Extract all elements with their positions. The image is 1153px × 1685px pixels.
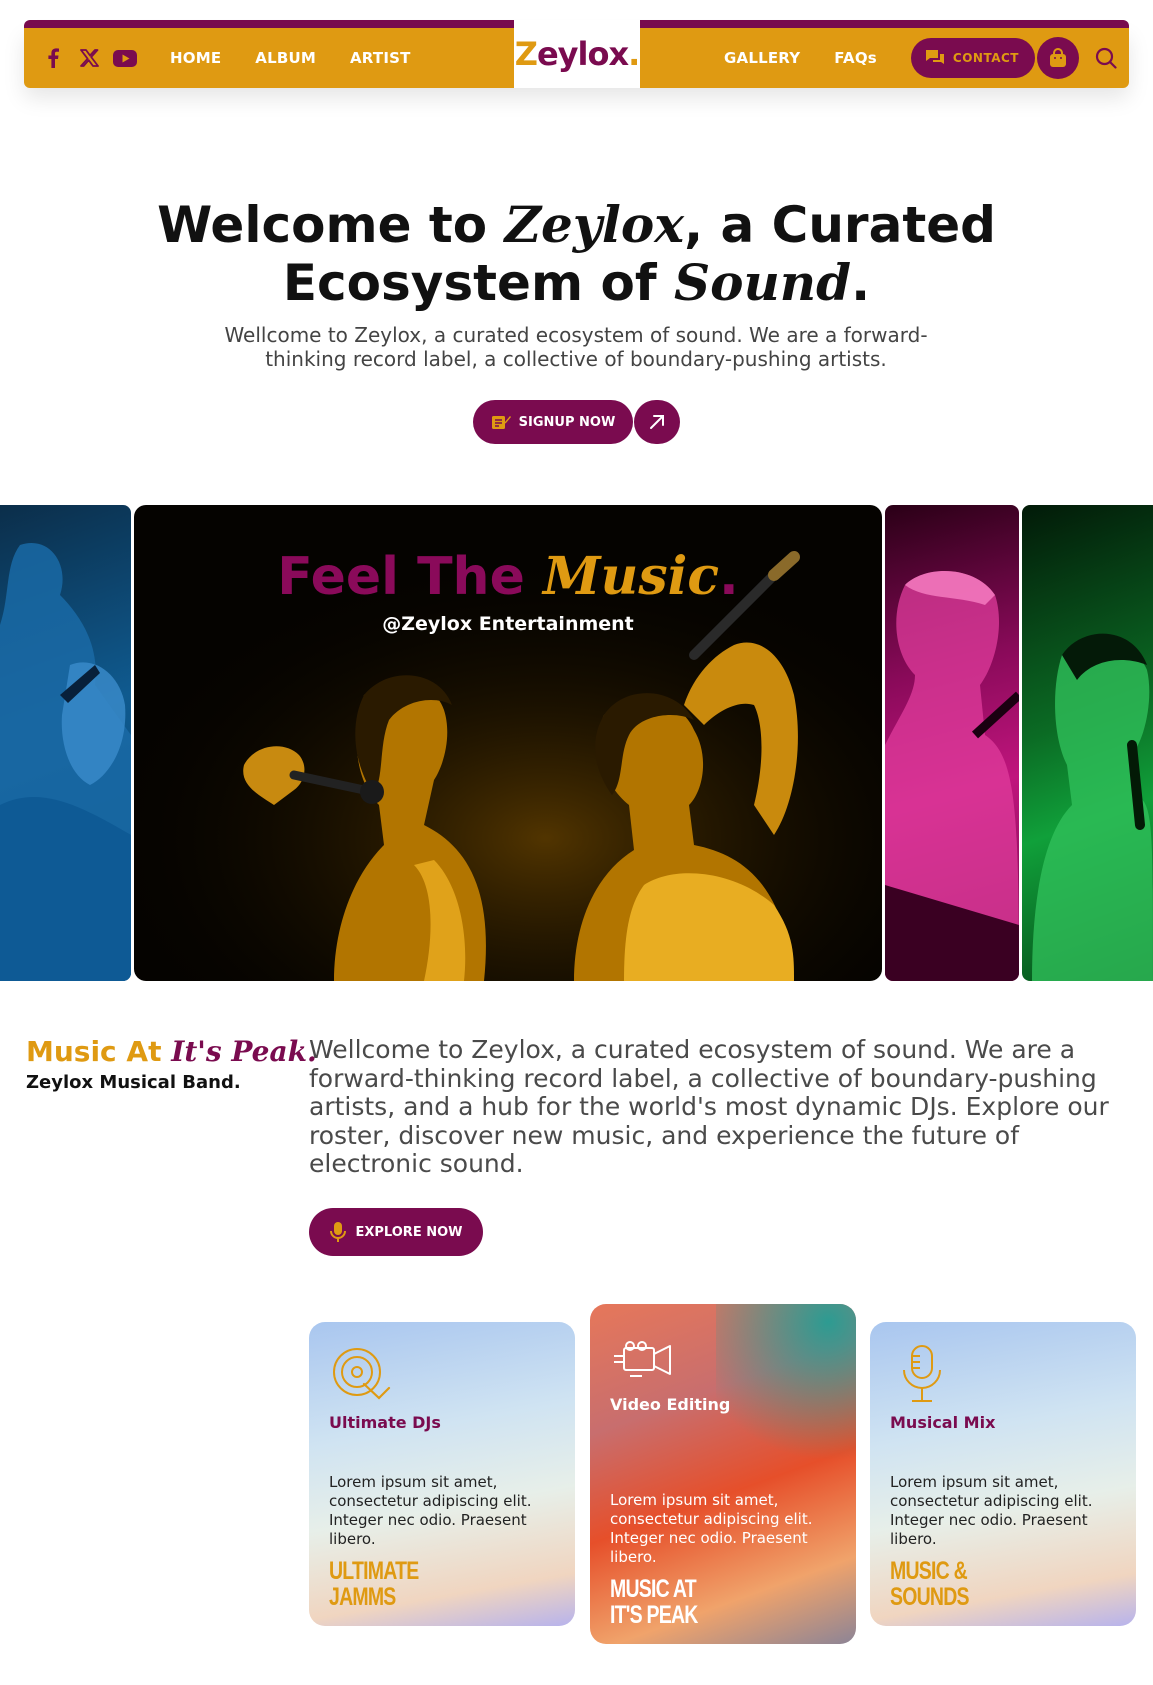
feature-handle: @Zeylox Entertainment bbox=[382, 613, 634, 635]
card-title: Video Editing bbox=[610, 1395, 731, 1414]
shopping-bag-icon bbox=[1050, 48, 1066, 67]
feature-headline-music: Music bbox=[542, 546, 720, 607]
feature-headline-period: . bbox=[719, 547, 739, 607]
signup-form-icon bbox=[491, 416, 511, 429]
arrow-up-right-icon bbox=[650, 415, 664, 429]
hero-title: Welcome to Zeylox, a Curated Ecosystem o… bbox=[0, 195, 1153, 313]
nav-link-home[interactable]: HOME bbox=[170, 49, 221, 67]
contact-button[interactable]: CONTACT bbox=[910, 38, 1035, 78]
contact-label: CONTACT bbox=[952, 51, 1019, 65]
about-heading-peak: It's Peak. bbox=[171, 1035, 317, 1068]
nav-link-faqs[interactable]: FAQs bbox=[834, 49, 877, 67]
card-text: Lorem ipsum sit amet, consectetur adipis… bbox=[890, 1473, 1093, 1548]
nav-link-artist[interactable]: ARTIST bbox=[350, 49, 411, 67]
site-header: HOME ALBUM ARTIST GALLERY FAQs CONTACT Z… bbox=[24, 20, 1129, 88]
gallery-panel-pink[interactable] bbox=[885, 505, 1019, 981]
nav-link-gallery[interactable]: GALLERY bbox=[724, 49, 800, 67]
card-tag: MUSIC AT IT'S PEAK bbox=[610, 1576, 766, 1628]
card-tag-line-2: JAMMS bbox=[329, 1583, 396, 1611]
hero-title-part-2: , a Curated bbox=[684, 196, 996, 254]
card-tag: ULTIMATE JAMMS bbox=[329, 1558, 485, 1610]
hero-title-period: . bbox=[851, 254, 871, 312]
card-title: Musical Mix bbox=[890, 1413, 996, 1432]
service-card-ultimate-djs[interactable]: Ultimate DJs Lorem ipsum sit amet, conse… bbox=[309, 1322, 575, 1626]
feature-headline: Feel The Music. bbox=[134, 546, 882, 608]
card-tag-line-1: MUSIC & bbox=[890, 1557, 968, 1585]
card-tag-line-1: MUSIC AT bbox=[610, 1575, 697, 1603]
signup-label: SIGNUP NOW bbox=[518, 414, 616, 430]
signup-arrow-button[interactable] bbox=[634, 400, 680, 444]
hero-title-sound: Sound bbox=[673, 253, 852, 312]
hero-subtitle: Wellcome to Zeylox, a curated ecosystem … bbox=[224, 323, 928, 371]
gallery-panel-blue[interactable] bbox=[0, 505, 131, 981]
signup-button[interactable]: SIGNUP NOW bbox=[473, 400, 633, 444]
site-logo[interactable]: Zeylox. bbox=[514, 20, 640, 88]
cart-button[interactable] bbox=[1037, 37, 1079, 79]
chat-icon bbox=[925, 50, 944, 64]
about-paragraph: Wellcome to Zeylox, a curated ecosystem … bbox=[309, 1035, 1109, 1178]
facebook-icon[interactable] bbox=[40, 45, 66, 71]
search-button[interactable] bbox=[1093, 45, 1119, 71]
about-subheading: Zeylox Musical Band. bbox=[26, 1072, 241, 1093]
card-tag-line-2: SOUNDS bbox=[890, 1583, 970, 1611]
hero-title-part-3: Ecosystem of bbox=[282, 254, 674, 312]
singer-silhouette-blue bbox=[0, 543, 131, 981]
hero-title-brand: Zeylox bbox=[504, 195, 685, 254]
card-title: Ultimate DJs bbox=[329, 1413, 441, 1432]
youtube-icon[interactable] bbox=[112, 45, 138, 71]
service-card-video-editing[interactable]: Video Editing Lorem ipsum sit amet, cons… bbox=[590, 1304, 856, 1644]
card-text: Lorem ipsum sit amet, consectetur adipis… bbox=[610, 1491, 813, 1566]
microphone-icon bbox=[903, 1345, 941, 1402]
logo-wordmark: Zeylox. bbox=[514, 35, 641, 73]
card-tag: MUSIC & SOUNDS bbox=[890, 1558, 1046, 1610]
card-tag-line-2: IT'S PEAK bbox=[610, 1601, 698, 1629]
nav-link-album[interactable]: ALBUM bbox=[255, 49, 316, 67]
card-tag-line-1: ULTIMATE bbox=[329, 1557, 419, 1585]
microphone-small-icon bbox=[329, 1222, 346, 1242]
video-camera-icon bbox=[614, 1341, 671, 1377]
gallery-panel-green[interactable] bbox=[1022, 505, 1153, 981]
service-card-musical-mix[interactable]: Musical Mix Lorem ipsum sit amet, consec… bbox=[870, 1322, 1136, 1626]
x-twitter-icon[interactable] bbox=[76, 45, 102, 71]
hero-title-part-1: Welcome to bbox=[157, 196, 505, 254]
explore-button[interactable]: EXPLORE NOW bbox=[309, 1208, 483, 1256]
explore-label: EXPLORE NOW bbox=[355, 1224, 463, 1240]
about-heading-part-1: Music At bbox=[26, 1035, 172, 1068]
singer-silhouette-green bbox=[1032, 633, 1153, 981]
about-heading: Music At It's Peak. bbox=[26, 1035, 317, 1068]
search-icon bbox=[1095, 47, 1117, 69]
feature-headline-part-1: Feel The bbox=[277, 547, 543, 607]
card-text: Lorem ipsum sit amet, consectetur adipis… bbox=[329, 1473, 532, 1548]
logo-text: eylox bbox=[536, 35, 629, 73]
gallery-panel-feature[interactable]: Feel The Music. @Zeylox Entertainment bbox=[134, 505, 882, 981]
guitarist-silhouette-pink bbox=[885, 571, 1019, 981]
nav-right-group: GALLERY FAQs CONTACT bbox=[724, 28, 1119, 88]
nav-left-group: HOME ALBUM ARTIST bbox=[40, 28, 411, 88]
turntable-icon bbox=[333, 1348, 391, 1400]
logo-dot: . bbox=[628, 35, 640, 73]
